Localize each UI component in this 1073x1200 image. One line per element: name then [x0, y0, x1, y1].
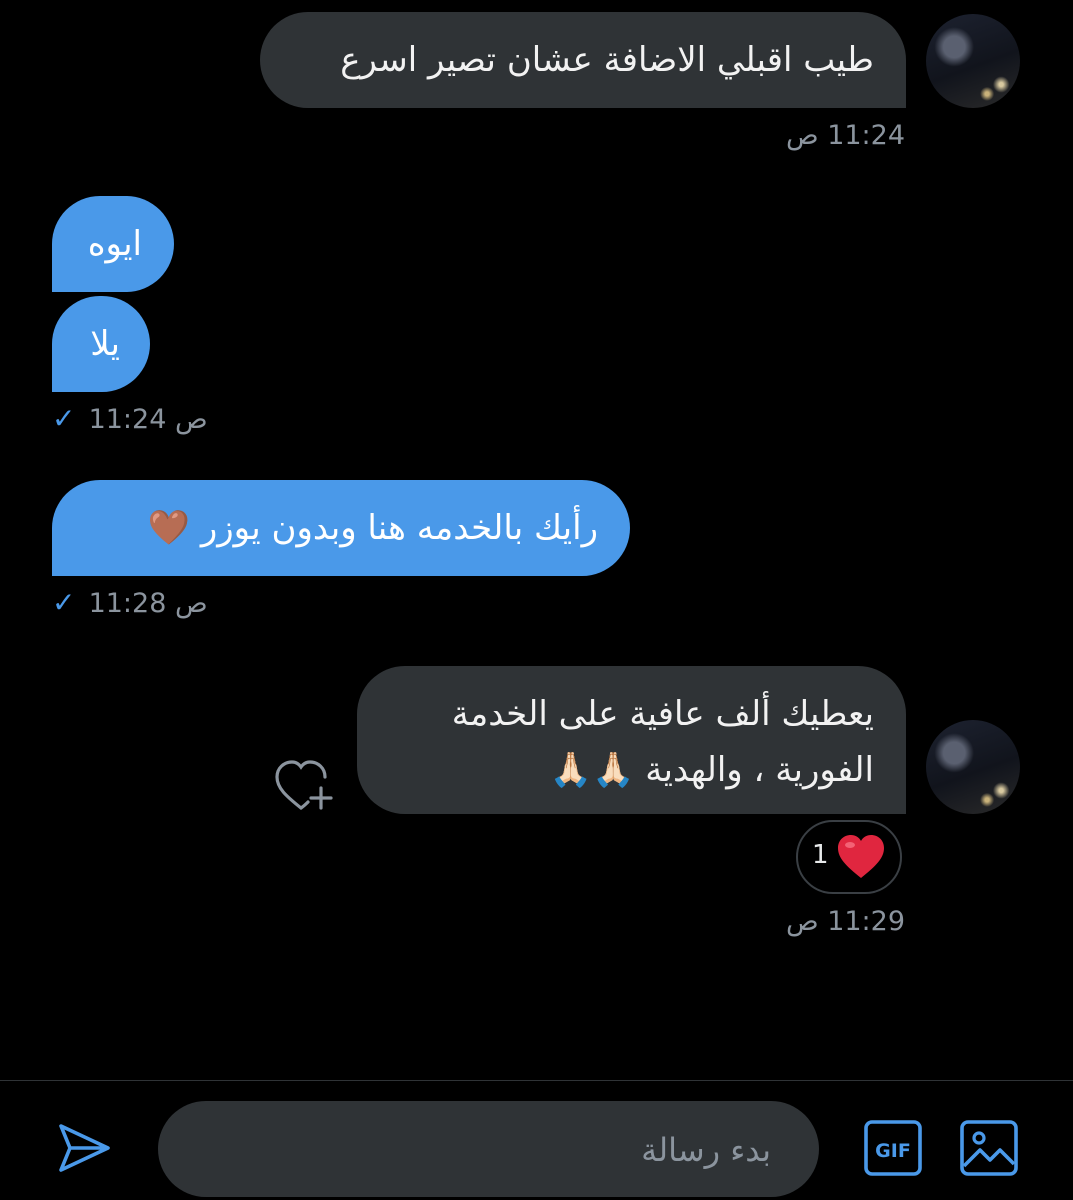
message-bubble-incoming[interactable]: يعطيك ألف عافية على الخدمة الفورية ، وال…	[357, 666, 906, 814]
svg-text:GIF: GIF	[875, 1140, 911, 1162]
message-timestamp: 11:28 ص	[88, 588, 208, 619]
message-meta: ✓ 11:24 ص	[52, 402, 208, 435]
message-timestamp: 11:29 ص	[785, 906, 905, 937]
message-bubble-outgoing[interactable]: رأيك بالخدمه هنا وبدون يوزر 🤎	[52, 480, 630, 576]
add-reaction-icon[interactable]	[274, 758, 336, 814]
message-timestamp: 11:24 ص	[785, 120, 905, 151]
reaction-count: 1	[812, 840, 829, 870]
image-icon[interactable]	[960, 1120, 1018, 1176]
message-bubble-outgoing[interactable]: ايوه	[52, 196, 174, 292]
avatar[interactable]	[926, 720, 1020, 814]
gif-icon[interactable]: GIF	[864, 1120, 922, 1176]
message-text: رأيك بالخدمه هنا وبدون يوزر 🤎	[147, 508, 598, 548]
message-text: ايوه	[87, 224, 142, 264]
send-icon[interactable]	[56, 1120, 112, 1176]
composer-divider	[0, 1080, 1073, 1081]
heart-icon	[836, 834, 886, 884]
message-timestamp: 11:24 ص	[88, 404, 208, 435]
message-bubble-outgoing[interactable]: يلا	[52, 296, 150, 392]
reaction-pill[interactable]: 1	[796, 820, 902, 894]
message-text: يلا	[90, 324, 120, 364]
message-composer[interactable]	[158, 1101, 819, 1199]
message-input[interactable]	[209, 1101, 773, 1199]
avatar[interactable]	[926, 14, 1020, 108]
message-text: طيب اقبلي الاضافة عشان تصير اسرع	[340, 40, 874, 80]
message-bubble-incoming[interactable]: طيب اقبلي الاضافة عشان تصير اسرع	[260, 12, 906, 108]
check-icon: ✓	[52, 402, 76, 435]
check-icon: ✓	[52, 586, 76, 619]
message-text: يعطيك ألف عافية على الخدمة الفورية ، وال…	[451, 694, 874, 790]
message-meta: ✓ 11:28 ص	[52, 586, 208, 619]
